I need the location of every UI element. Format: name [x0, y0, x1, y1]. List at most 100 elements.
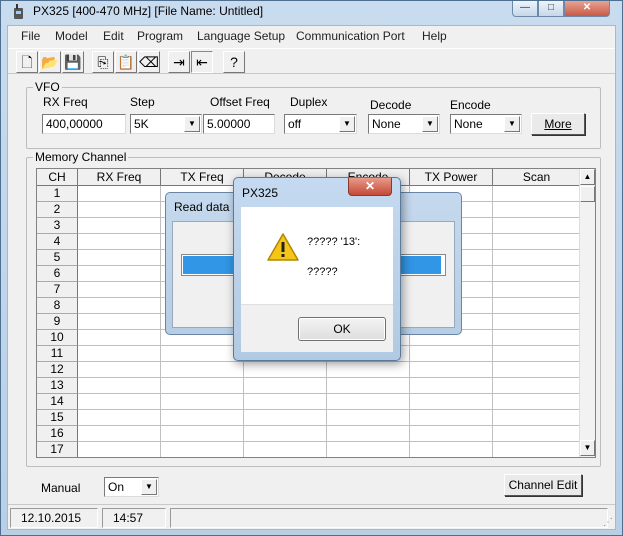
column-header-scan[interactable]: Scan — [493, 169, 581, 186]
ok-button[interactable]: OK — [298, 317, 386, 341]
chevron-down-icon[interactable]: ▼ — [184, 116, 200, 132]
table-cell[interactable] — [78, 282, 161, 298]
row-header-ch[interactable]: 2 — [37, 202, 78, 218]
table-cell[interactable] — [493, 298, 581, 314]
menu-file[interactable]: File — [21, 29, 40, 43]
menu-model[interactable]: Model — [55, 29, 88, 43]
table-cell[interactable] — [493, 394, 581, 410]
table-cell[interactable] — [410, 410, 493, 426]
table-cell[interactable] — [493, 314, 581, 330]
table-cell[interactable] — [327, 378, 410, 394]
table-cell[interactable] — [78, 378, 161, 394]
table-cell[interactable] — [493, 346, 581, 362]
row-header-ch[interactable]: 7 — [37, 282, 78, 298]
table-cell[interactable] — [493, 266, 581, 282]
table-cell[interactable] — [493, 282, 581, 298]
table-cell[interactable] — [161, 346, 244, 362]
table-row[interactable]: 14 — [37, 394, 581, 410]
table-cell[interactable] — [161, 378, 244, 394]
table-cell[interactable] — [493, 442, 581, 457]
copy-icon[interactable]: ⎘ — [92, 51, 114, 73]
table-cell[interactable] — [78, 410, 161, 426]
table-cell[interactable] — [493, 330, 581, 346]
column-header-tx-freq[interactable]: TX Freq — [161, 169, 244, 186]
table-cell[interactable] — [78, 266, 161, 282]
step-select[interactable]: 5K ▼ — [130, 114, 202, 134]
table-cell[interactable] — [78, 330, 161, 346]
table-cell[interactable] — [493, 234, 581, 250]
table-row[interactable]: 16 — [37, 426, 581, 442]
table-cell[interactable] — [161, 362, 244, 378]
table-cell[interactable] — [78, 314, 161, 330]
table-cell[interactable] — [327, 394, 410, 410]
manual-select[interactable]: On ▼ — [104, 477, 159, 497]
table-cell[interactable] — [244, 394, 327, 410]
offset-freq-field[interactable]: 5.00000 — [203, 114, 275, 134]
table-cell[interactable] — [161, 410, 244, 426]
menu-communication-port[interactable]: Communication Port — [296, 29, 405, 43]
table-cell[interactable] — [410, 362, 493, 378]
table-cell[interactable] — [493, 250, 581, 266]
table-cell[interactable] — [493, 218, 581, 234]
table-cell[interactable] — [410, 442, 493, 457]
more-button[interactable]: More — [531, 113, 585, 135]
table-cell[interactable] — [493, 410, 581, 426]
table-cell[interactable] — [78, 362, 161, 378]
close-button[interactable]: ✕ — [564, 1, 610, 17]
scroll-up-icon[interactable]: ▲ — [580, 169, 595, 185]
row-header-ch[interactable]: 14 — [37, 394, 78, 410]
table-cell[interactable] — [493, 426, 581, 442]
table-cell[interactable] — [78, 442, 161, 457]
table-cell[interactable] — [161, 394, 244, 410]
table-cell[interactable] — [244, 426, 327, 442]
column-header-tx-power[interactable]: TX Power — [410, 169, 493, 186]
table-row[interactable]: 12 — [37, 362, 581, 378]
table-cell[interactable] — [244, 442, 327, 457]
minimize-button[interactable]: — — [512, 1, 538, 17]
table-cell[interactable] — [78, 346, 161, 362]
row-header-ch[interactable]: 17 — [37, 442, 78, 457]
table-cell[interactable] — [493, 378, 581, 394]
table-cell[interactable] — [244, 362, 327, 378]
table-cell[interactable] — [327, 410, 410, 426]
column-header-rx-freq[interactable]: RX Freq — [78, 169, 161, 186]
resize-grip-icon[interactable]: ⋰ — [603, 517, 613, 528]
menu-help[interactable]: Help — [422, 29, 447, 43]
table-cell[interactable] — [78, 186, 161, 202]
paste-icon[interactable]: 📋 — [115, 51, 137, 73]
row-header-ch[interactable]: 11 — [37, 346, 78, 362]
table-cell[interactable] — [161, 442, 244, 457]
scroll-down-icon[interactable]: ▼ — [580, 440, 595, 456]
table-cell[interactable] — [410, 426, 493, 442]
row-header-ch[interactable]: 3 — [37, 218, 78, 234]
table-cell[interactable] — [78, 394, 161, 410]
title-bar[interactable]: PX325 [400-470 MHz] [File Name: Untitled… — [1, 1, 622, 23]
row-header-ch[interactable]: 9 — [37, 314, 78, 330]
table-cell[interactable] — [410, 346, 493, 362]
row-header-ch[interactable]: 13 — [37, 378, 78, 394]
decode-select[interactable]: None ▼ — [368, 114, 440, 134]
table-row[interactable]: 15 — [37, 410, 581, 426]
erase-icon[interactable]: ⌫ — [138, 51, 160, 73]
menu-program[interactable]: Program — [137, 29, 183, 43]
channel-edit-button[interactable]: Channel Edit — [504, 474, 582, 496]
help-icon[interactable]: ? — [223, 51, 245, 73]
write-radio-icon[interactable]: ⇤ — [191, 51, 213, 73]
maximize-button[interactable]: □ — [538, 1, 564, 17]
row-header-ch[interactable]: 12 — [37, 362, 78, 378]
table-cell[interactable] — [78, 426, 161, 442]
menu-language-setup[interactable]: Language Setup — [197, 29, 285, 43]
row-header-ch[interactable]: 1 — [37, 186, 78, 202]
row-header-ch[interactable]: 5 — [37, 250, 78, 266]
row-header-ch[interactable]: 15 — [37, 410, 78, 426]
table-cell[interactable] — [493, 202, 581, 218]
table-cell[interactable] — [78, 218, 161, 234]
table-cell[interactable] — [78, 298, 161, 314]
scroll-thumb[interactable] — [580, 186, 595, 202]
row-header-ch[interactable]: 6 — [37, 266, 78, 282]
row-header-ch[interactable]: 10 — [37, 330, 78, 346]
message-box-close-button[interactable]: ✕ — [348, 178, 392, 196]
table-cell[interactable] — [410, 394, 493, 410]
read-radio-icon[interactable]: ⇥ — [168, 51, 190, 73]
table-cell[interactable] — [493, 186, 581, 202]
